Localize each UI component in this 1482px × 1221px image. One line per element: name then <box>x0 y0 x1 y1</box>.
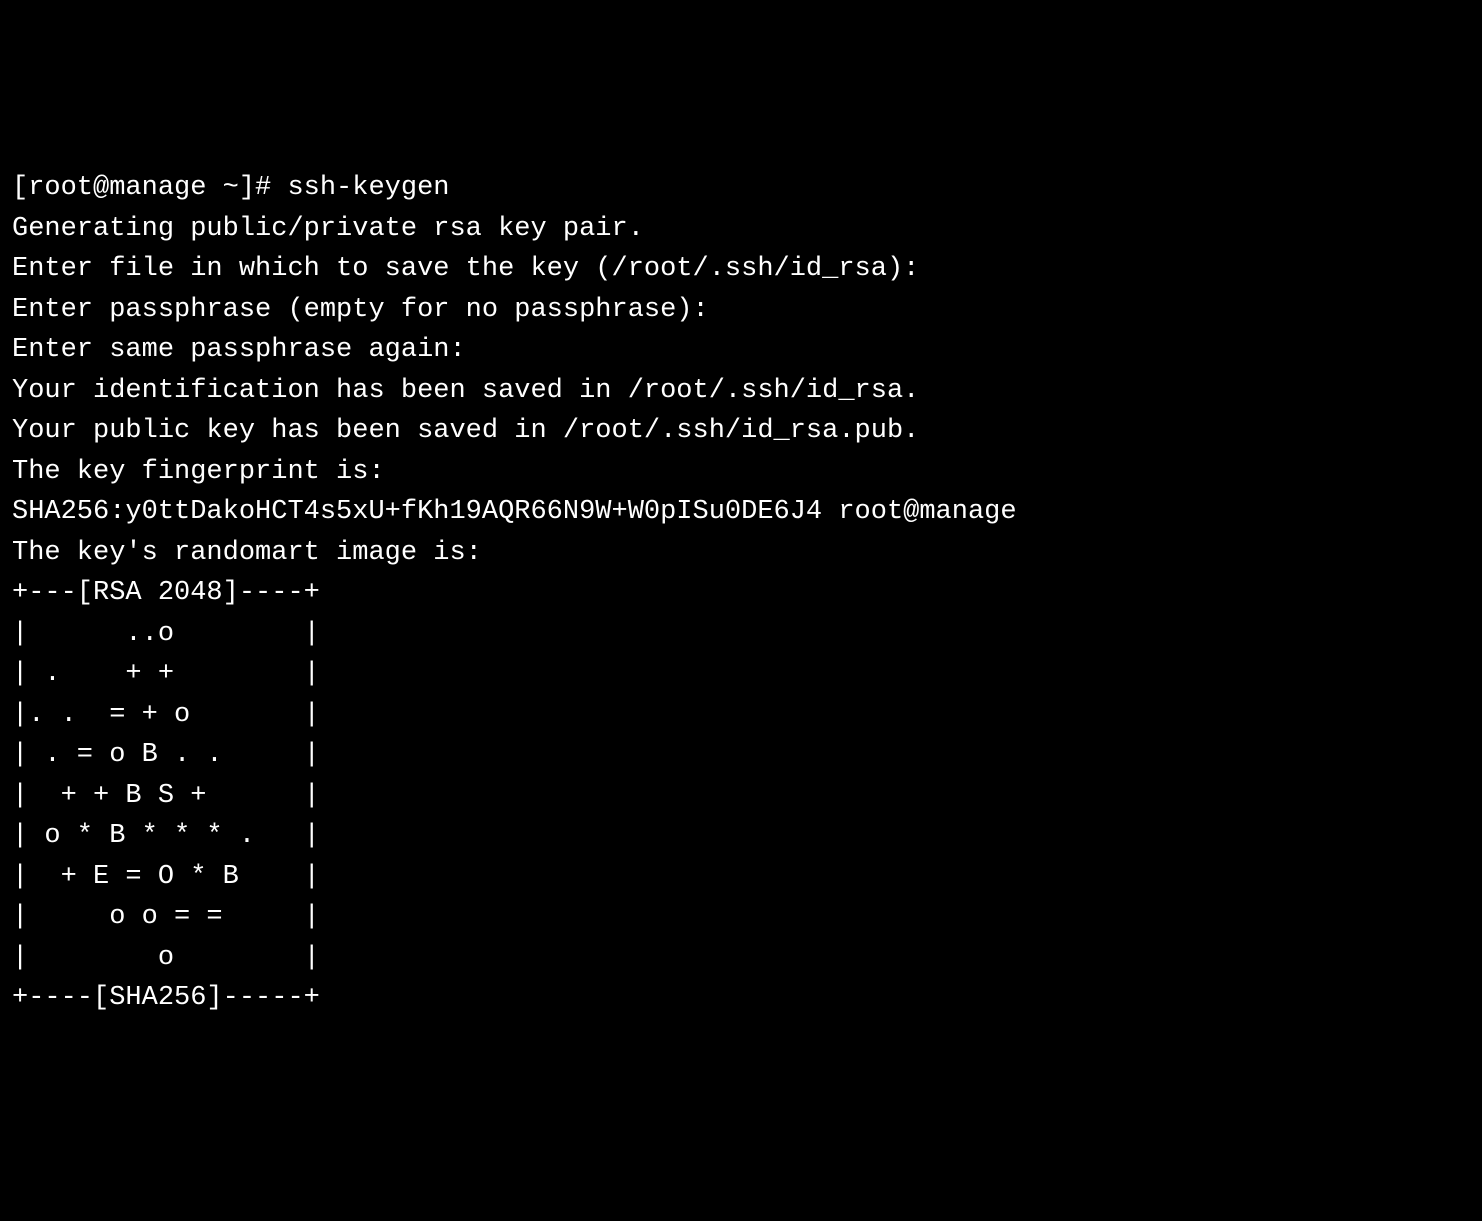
terminal-prompt: [root@manage ~]# <box>12 173 287 203</box>
terminal-command-line: [root@manage ~]# ssh-keygen <box>12 168 1470 209</box>
randomart-line: | o | <box>12 938 1470 979</box>
terminal-output-line: Enter passphrase (empty for no passphras… <box>12 290 1470 331</box>
terminal-output-line: Enter same passphrase again: <box>12 330 1470 371</box>
randomart-line: | + + B S + | <box>12 776 1470 817</box>
terminal-window[interactable]: [root@manage ~]# ssh-keygenGenerating pu… <box>12 168 1470 1019</box>
randomart-border-bottom: +----[SHA256]-----+ <box>12 978 1470 1019</box>
randomart-line: |. . = + o | <box>12 695 1470 736</box>
terminal-output-line: Enter file in which to save the key (/ro… <box>12 249 1470 290</box>
terminal-output-line: Your identification has been saved in /r… <box>12 371 1470 412</box>
terminal-output-line: SHA256:y0ttDakoHCT4s5xU+fKh19AQR66N9W+W0… <box>12 492 1470 533</box>
terminal-output-line: The key fingerprint is: <box>12 452 1470 493</box>
randomart-line: | o * B * * * . | <box>12 816 1470 857</box>
randomart-line: | o o = = | <box>12 897 1470 938</box>
randomart-line: | + E = O * B | <box>12 857 1470 898</box>
terminal-output-line: The key's randomart image is: <box>12 533 1470 574</box>
terminal-output-line: Your public key has been saved in /root/… <box>12 411 1470 452</box>
randomart-line: | . + + | <box>12 654 1470 695</box>
randomart-line: | ..o | <box>12 614 1470 655</box>
terminal-output-line: Generating public/private rsa key pair. <box>12 209 1470 250</box>
randomart-border-top: +---[RSA 2048]----+ <box>12 573 1470 614</box>
randomart-line: | . = o B . . | <box>12 735 1470 776</box>
terminal-command: ssh-keygen <box>287 173 449 203</box>
